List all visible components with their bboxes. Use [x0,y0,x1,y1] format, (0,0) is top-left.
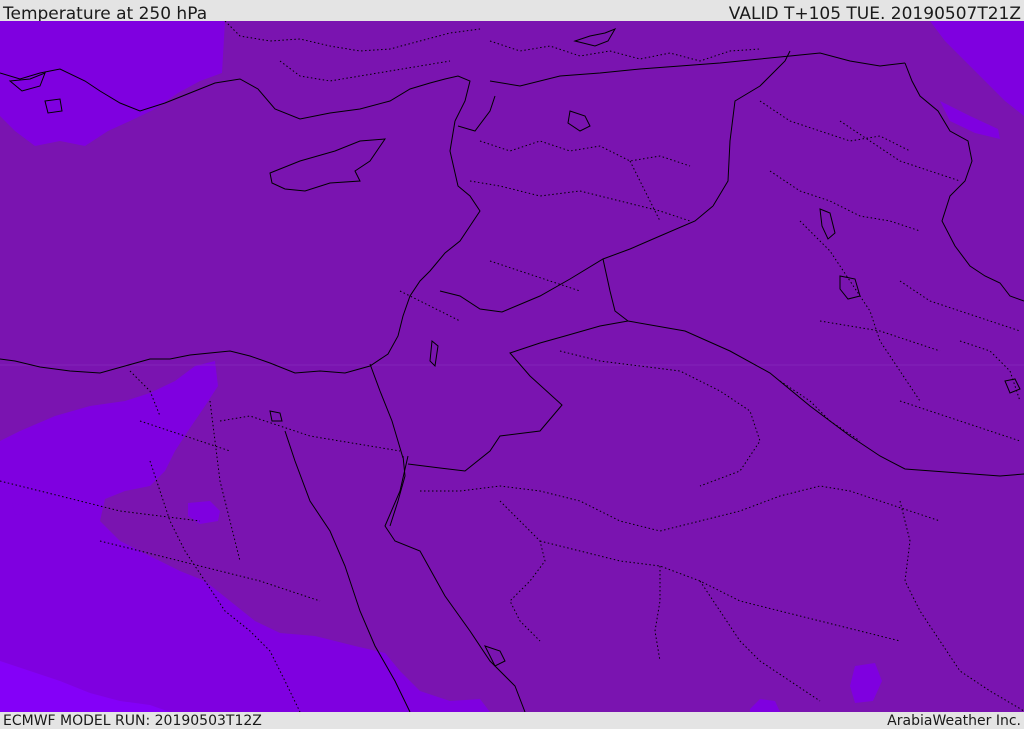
credit-label: ArabiaWeather Inc. [887,713,1021,729]
header-bar: Temperature at 250 hPa VALID T+105 TUE. … [0,0,1024,24]
model-run-label: ECMWF MODEL RUN: 20190503T12Z [3,713,262,729]
temperature-map[interactable] [0,21,1024,712]
footer-bar: ECMWF MODEL RUN: 20190503T12Z ArabiaWeat… [0,712,1024,729]
